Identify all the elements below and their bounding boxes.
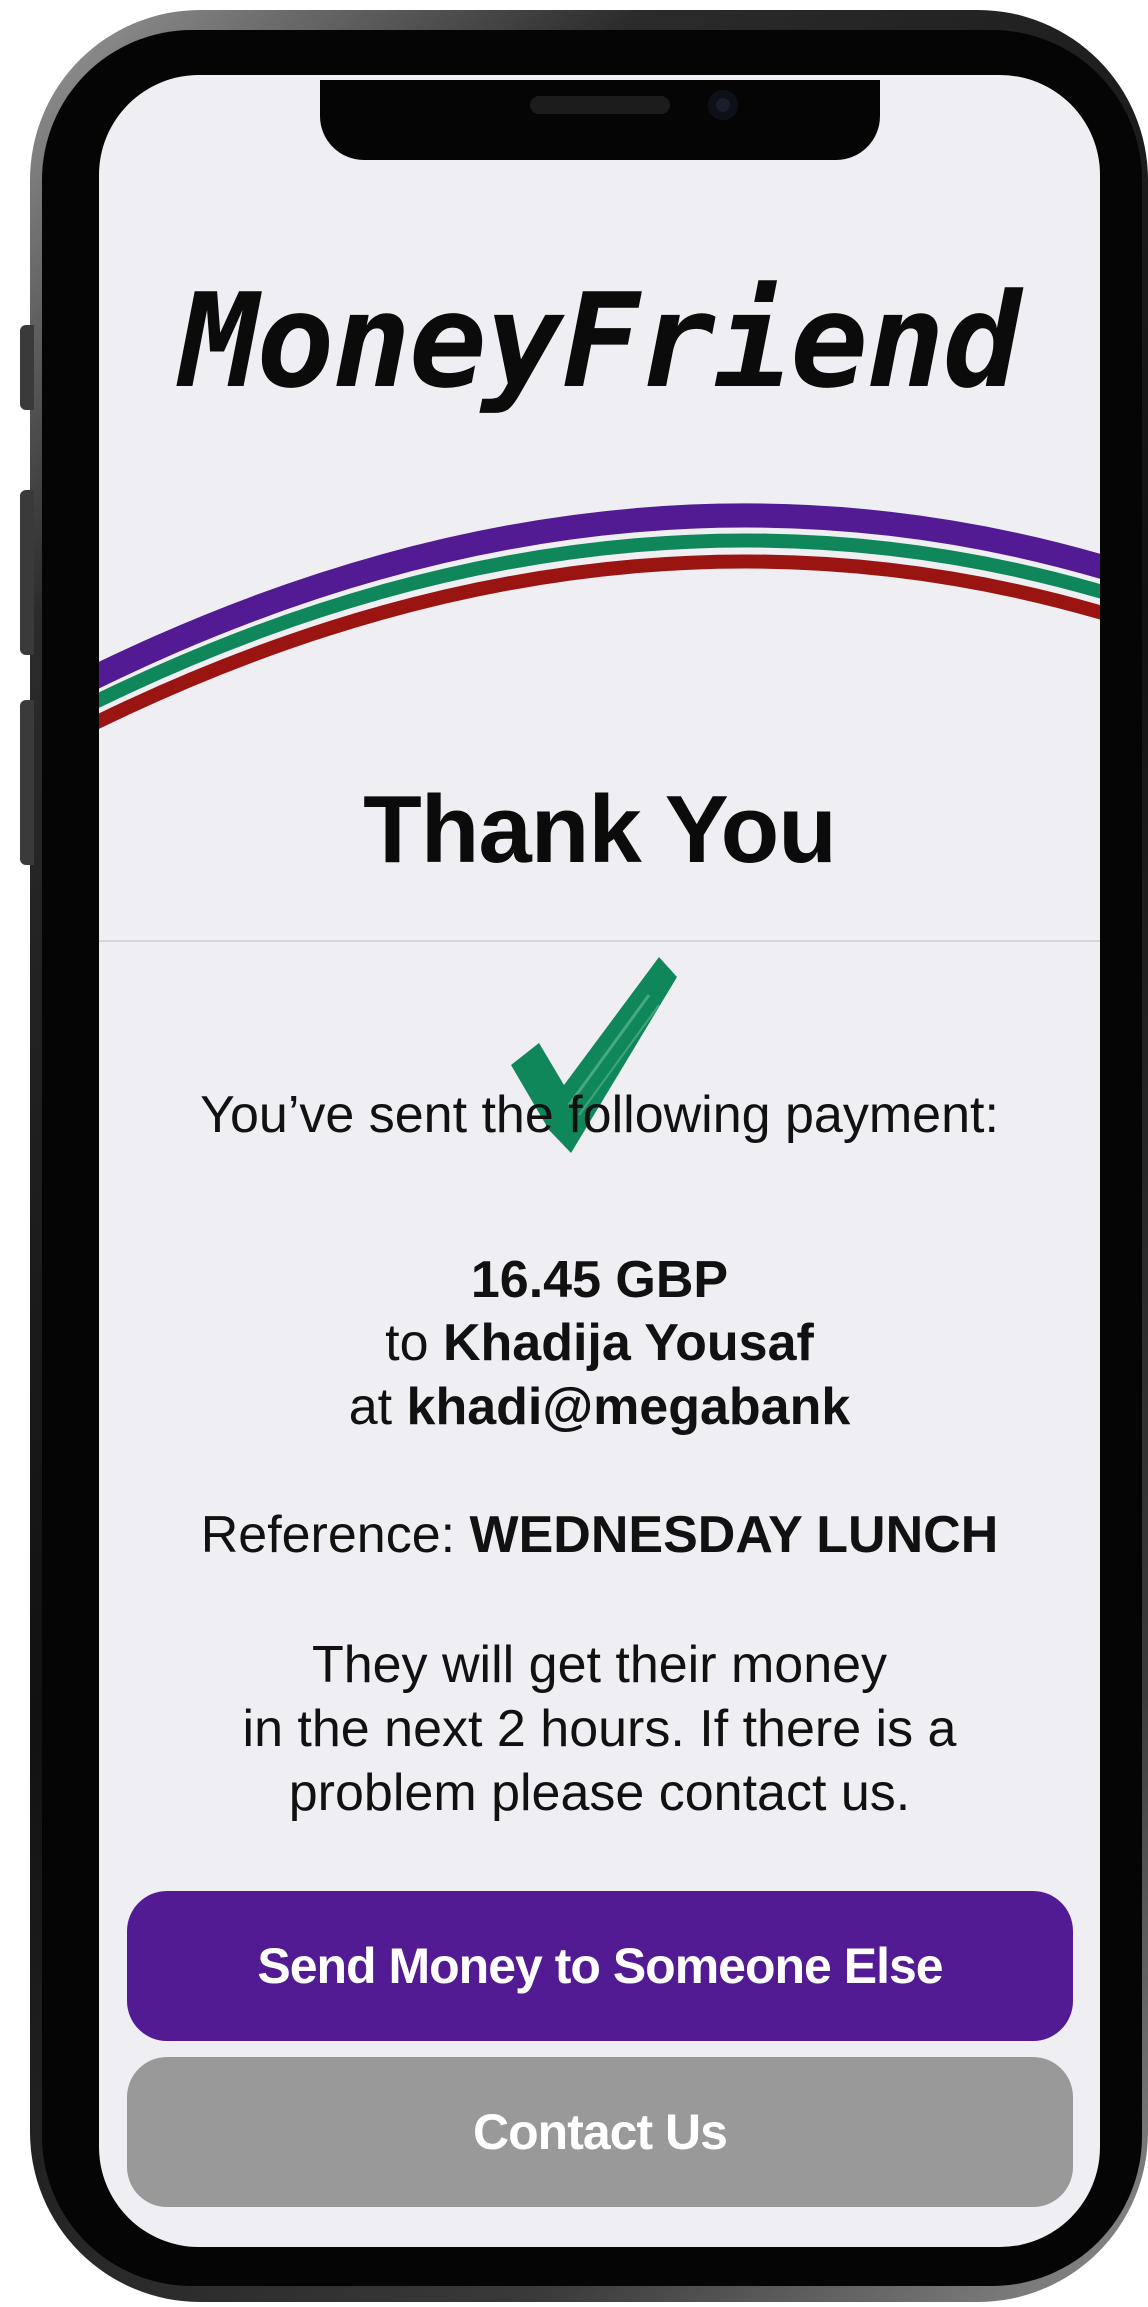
handle-line: at khadi@megabank <box>99 1377 1100 1437</box>
side-button-silent <box>20 325 34 410</box>
reference-label: Reference: <box>200 1506 470 1564</box>
payment-intro: You’ve sent the following payment: <box>200 1086 999 1144</box>
recipient-name: Khadija Yousaf <box>442 1314 814 1372</box>
thank-you-heading: Thank You <box>363 776 837 883</box>
contact-us-button[interactable]: Contact Us <box>127 2057 1073 2207</box>
message-line-1: They will get their money <box>311 1636 888 1694</box>
phone-notch <box>320 80 880 160</box>
side-button-volume-down <box>20 700 34 865</box>
amount-value: 16.45 GBP <box>470 1251 729 1309</box>
payment-amount: 16.45 GBP <box>99 1250 1100 1310</box>
recipient-handle: khadi@megabank <box>406 1378 851 1436</box>
rainbow-arc-decoration <box>99 503 1100 730</box>
arc-red <box>99 554 1100 730</box>
app-screen: MoneyFriend Thank You You’ve sent the fo… <box>99 75 1100 2247</box>
section-divider <box>99 940 1100 942</box>
send-money-again-button[interactable]: Send Money to Someone Else <box>127 1891 1073 2041</box>
front-camera-icon <box>708 90 738 120</box>
handle-prefix: at <box>348 1378 407 1436</box>
message-line-3: problem please contact us. <box>288 1764 911 1822</box>
recipient-line: to Khadija Yousaf <box>99 1313 1100 1373</box>
reference-value: WEDNESDAY LUNCH <box>469 1506 999 1564</box>
message-line-2: in the next 2 hours. If there is a <box>242 1700 957 1758</box>
recipient-prefix: to <box>385 1314 443 1372</box>
side-button-volume-up <box>20 490 34 655</box>
speaker-grille <box>530 96 670 114</box>
app-logo: MoneyFriend <box>180 265 1021 417</box>
reference-line: Reference: WEDNESDAY LUNCH <box>99 1505 1100 1565</box>
